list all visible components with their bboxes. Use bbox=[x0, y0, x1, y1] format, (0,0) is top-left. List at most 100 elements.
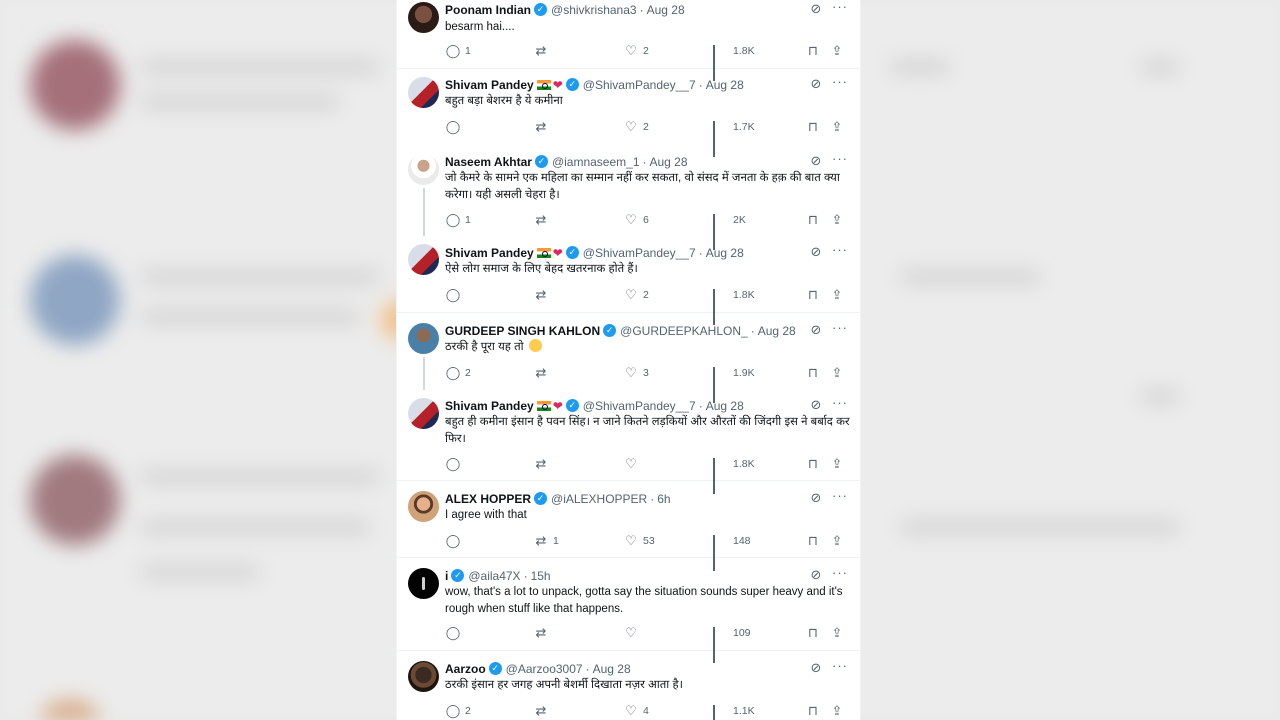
more-icon[interactable]: ··· bbox=[832, 489, 848, 506]
more-icon[interactable]: ··· bbox=[832, 566, 848, 583]
tweet[interactable]: ALEX HOPPER ✓ @iALEXHOPPER · 6h ⊘ ··· I … bbox=[397, 481, 860, 571]
views-button[interactable]: 2K bbox=[713, 211, 746, 250]
more-icon[interactable]: ··· bbox=[832, 659, 848, 676]
handle[interactable]: @shivkrishana3 bbox=[551, 3, 637, 17]
reply-button[interactable]: ◯ bbox=[445, 532, 465, 550]
avatar[interactable] bbox=[408, 568, 439, 599]
display-name[interactable]: Shivam Pandey bbox=[445, 78, 534, 92]
timestamp[interactable]: Aug 28 bbox=[647, 3, 685, 17]
retweet-button[interactable]: ⇄ bbox=[533, 702, 553, 720]
reply-button[interactable]: ◯ bbox=[445, 286, 465, 304]
share-button[interactable]: ⇪ bbox=[829, 532, 845, 550]
avatar[interactable] bbox=[408, 2, 439, 33]
retweet-button[interactable]: ⇄ bbox=[533, 118, 553, 136]
retweet-button[interactable]: ⇄ bbox=[533, 42, 553, 60]
grok-icon[interactable]: ⊘ bbox=[808, 567, 824, 583]
views-button[interactable]: 1.1K bbox=[713, 702, 755, 720]
display-name[interactable]: Shivam Pandey bbox=[445, 246, 534, 260]
grok-icon[interactable]: ⊘ bbox=[808, 660, 824, 676]
avatar[interactable] bbox=[408, 323, 439, 354]
avatar[interactable] bbox=[408, 154, 439, 185]
retweet-button[interactable]: ⇄ bbox=[533, 286, 553, 304]
more-icon[interactable]: ··· bbox=[832, 396, 848, 413]
share-button[interactable]: ⇪ bbox=[829, 364, 845, 382]
handle[interactable]: @iALEXHOPPER bbox=[551, 492, 647, 506]
handle[interactable]: @GURDEEPKAHLON_ bbox=[620, 324, 748, 338]
reply-button[interactable]: ◯ bbox=[445, 455, 465, 473]
display-name[interactable]: i bbox=[445, 569, 448, 583]
handle[interactable]: @iamnaseem_1 bbox=[552, 155, 640, 169]
timestamp[interactable]: Aug 28 bbox=[593, 662, 631, 676]
more-icon[interactable]: ··· bbox=[832, 243, 848, 260]
share-button[interactable]: ⇪ bbox=[829, 624, 845, 642]
views-button[interactable]: 148 bbox=[713, 532, 751, 571]
share-button[interactable]: ⇪ bbox=[829, 42, 845, 60]
reply-button[interactable]: ◯ 2 bbox=[445, 702, 471, 720]
timestamp[interactable]: Aug 28 bbox=[758, 324, 796, 338]
timestamp[interactable]: Aug 28 bbox=[706, 78, 744, 92]
reply-button[interactable]: ◯ 1 bbox=[445, 42, 471, 60]
retweet-button[interactable]: ⇄ 1 bbox=[533, 532, 559, 550]
views-button[interactable]: 1.8K bbox=[713, 42, 755, 81]
display-name[interactable]: Aarzoo bbox=[445, 662, 486, 676]
more-icon[interactable]: ··· bbox=[832, 152, 848, 169]
display-name[interactable]: GURDEEP SINGH KAHLON bbox=[445, 324, 600, 338]
timestamp[interactable]: Aug 28 bbox=[706, 246, 744, 260]
share-button[interactable]: ⇪ bbox=[829, 211, 845, 229]
bookmark-button[interactable]: ⊓ bbox=[805, 624, 821, 642]
like-button[interactable]: ♡ 6 bbox=[623, 211, 649, 229]
more-icon[interactable]: ··· bbox=[832, 75, 848, 92]
views-button[interactable]: 1.9K bbox=[713, 364, 755, 403]
like-button[interactable]: ♡ 3 bbox=[623, 364, 649, 382]
handle[interactable]: @ShivamPandey__7 bbox=[583, 78, 696, 92]
avatar[interactable] bbox=[408, 661, 439, 692]
share-button[interactable]: ⇪ bbox=[829, 702, 845, 720]
like-button[interactable]: ♡ 2 bbox=[623, 42, 649, 60]
views-button[interactable]: 109 bbox=[713, 624, 751, 663]
more-icon[interactable]: ··· bbox=[832, 0, 848, 17]
grok-icon[interactable]: ⊘ bbox=[808, 76, 824, 92]
bookmark-button[interactable]: ⊓ bbox=[805, 211, 821, 229]
retweet-button[interactable]: ⇄ bbox=[533, 624, 553, 642]
handle[interactable]: @Aarzoo3007 bbox=[506, 662, 583, 676]
views-button[interactable]: 1.8K bbox=[713, 455, 755, 494]
display-name[interactable]: Shivam Pandey bbox=[445, 399, 534, 413]
reply-button[interactable]: ◯ bbox=[445, 624, 465, 642]
avatar[interactable] bbox=[408, 398, 439, 429]
like-button[interactable]: ♡ bbox=[623, 624, 643, 642]
tweet[interactable]: Shivam Pandey ❤ ✓ @ShivamPandey__7 · Aug… bbox=[397, 236, 860, 325]
grok-icon[interactable]: ⊘ bbox=[808, 1, 824, 17]
more-icon[interactable]: ··· bbox=[832, 321, 848, 338]
tweet[interactable]: Aarzoo ✓ @Aarzoo3007 · Aug 28 ⊘ ··· ठरकी… bbox=[397, 651, 860, 720]
handle[interactable]: @aila47X bbox=[468, 569, 520, 583]
retweet-button[interactable]: ⇄ bbox=[533, 211, 553, 229]
display-name[interactable]: ALEX HOPPER bbox=[445, 492, 531, 506]
timestamp[interactable]: 15h bbox=[531, 569, 551, 583]
handle[interactable]: @ShivamPandey__7 bbox=[583, 246, 696, 260]
tweet[interactable]: Shivam Pandey ❤ ✓ @ShivamPandey__7 · Aug… bbox=[397, 390, 860, 494]
tweet[interactable]: GURDEEP SINGH KAHLON ✓ @GURDEEPKAHLON_ ·… bbox=[397, 313, 860, 403]
grok-icon[interactable]: ⊘ bbox=[808, 153, 824, 169]
grok-icon[interactable]: ⊘ bbox=[808, 244, 824, 260]
share-button[interactable]: ⇪ bbox=[829, 118, 845, 136]
bookmark-button[interactable]: ⊓ bbox=[805, 455, 821, 473]
timestamp[interactable]: Aug 28 bbox=[650, 155, 688, 169]
bookmark-button[interactable]: ⊓ bbox=[805, 532, 821, 550]
share-button[interactable]: ⇪ bbox=[829, 286, 845, 304]
like-button[interactable]: ♡ bbox=[623, 455, 643, 473]
timestamp[interactable]: Aug 28 bbox=[706, 399, 744, 413]
timestamp[interactable]: 6h bbox=[657, 492, 670, 506]
reply-button[interactable]: ◯ 2 bbox=[445, 364, 471, 382]
avatar[interactable] bbox=[408, 77, 439, 108]
bookmark-button[interactable]: ⊓ bbox=[805, 42, 821, 60]
handle[interactable]: @ShivamPandey__7 bbox=[583, 399, 696, 413]
tweet[interactable]: i ✓ @aila47X · 15h ⊘ ··· wow, that's a l… bbox=[397, 558, 860, 663]
avatar[interactable] bbox=[408, 491, 439, 522]
like-button[interactable]: ♡ 2 bbox=[623, 286, 649, 304]
display-name[interactable]: Naseem Akhtar bbox=[445, 155, 532, 169]
retweet-button[interactable]: ⇄ bbox=[533, 455, 553, 473]
views-button[interactable]: 1.8K bbox=[713, 286, 755, 325]
tweet[interactable]: Poonam Indian ✓ @shivkrishana3 · Aug 28 … bbox=[397, 0, 860, 81]
avatar[interactable] bbox=[408, 244, 439, 275]
like-button[interactable]: ♡ 2 bbox=[623, 118, 649, 136]
